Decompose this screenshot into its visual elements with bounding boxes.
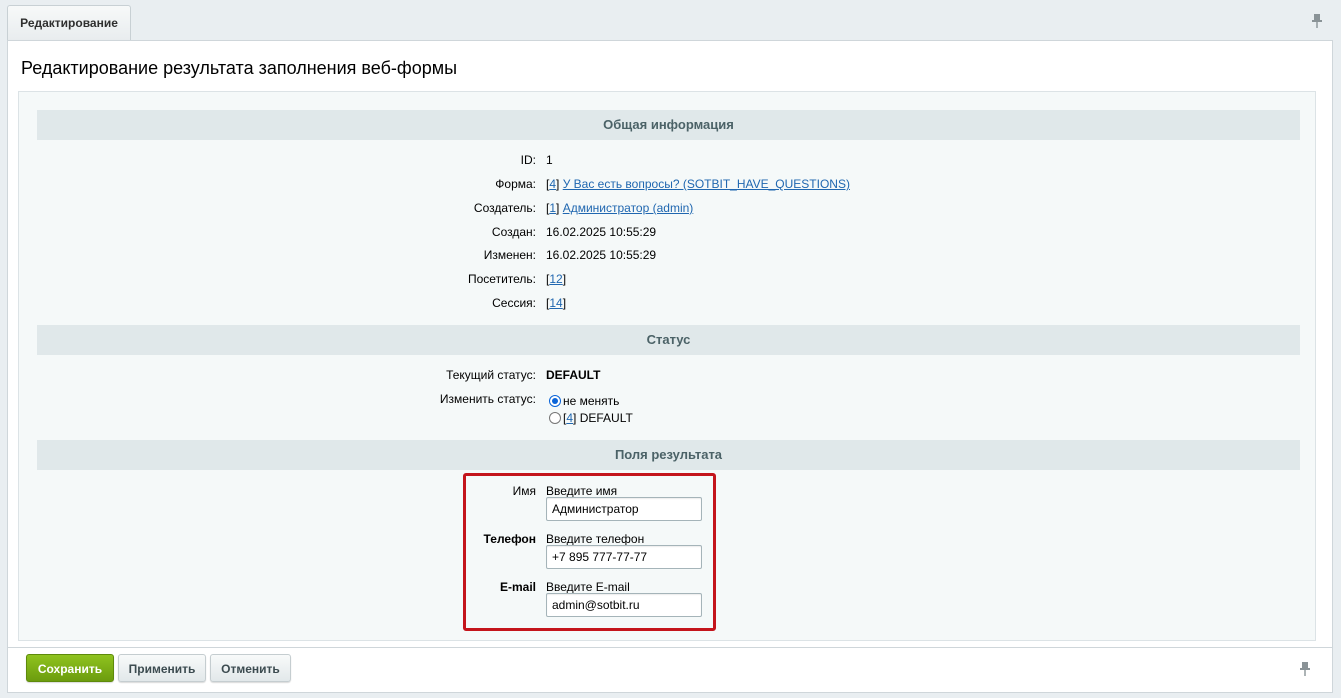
- status-option-keep[interactable]: не менять: [549, 394, 619, 408]
- creator-label: Создатель:: [473, 201, 536, 215]
- status-default-id-link[interactable]: 4: [566, 411, 573, 425]
- visitor-value: [12]: [546, 272, 567, 286]
- visitor-id-link[interactable]: 12: [549, 272, 562, 286]
- status-option-keep-label: не менять: [563, 394, 620, 408]
- main-panel: Редактирование результата заполнения веб…: [7, 40, 1333, 648]
- pin-icon[interactable]: [1298, 661, 1312, 677]
- id-label: ID:: [520, 153, 536, 167]
- radio-keep[interactable]: [549, 395, 561, 407]
- id-value: 1: [546, 153, 553, 167]
- change-status-label: Изменить статус:: [439, 392, 536, 406]
- modified-label: Изменен:: [483, 248, 536, 262]
- form-name-link[interactable]: У Вас есть вопросы? (SOTBIT_HAVE_QUESTIO…: [563, 177, 850, 191]
- created-value: 16.02.2025 10:55:29: [546, 225, 657, 239]
- session-id-link[interactable]: 14: [549, 296, 562, 310]
- radio-default[interactable]: [549, 412, 561, 424]
- current-status-value: DEFAULT: [546, 368, 601, 382]
- tab-bar: Редактирование: [0, 0, 1341, 41]
- creator-value: [1] Администратор (admin): [546, 201, 694, 215]
- form-label: Форма:: [495, 177, 536, 191]
- form-id-link[interactable]: 4: [549, 177, 556, 191]
- apply-button[interactable]: Применить: [118, 654, 206, 682]
- cancel-button[interactable]: Отменить: [210, 654, 291, 682]
- current-status-label: Текущий статус:: [446, 368, 536, 382]
- status-option-default[interactable]: [4] DEFAULT: [549, 411, 633, 425]
- section-fields-header: Поля результата: [37, 440, 1300, 470]
- section-general-header: Общая информация: [37, 110, 1300, 140]
- session-label: Сессия:: [492, 296, 536, 310]
- tab-edit[interactable]: Редактирование: [7, 5, 131, 41]
- modified-value: 16.02.2025 10:55:29: [546, 248, 657, 262]
- footer-bar: Сохранить Применить Отменить: [7, 648, 1333, 693]
- page-title: Редактирование результата заполнения веб…: [21, 58, 458, 78]
- form-value: [4] У Вас есть вопросы? (SOTBIT_HAVE_QUE…: [546, 177, 850, 191]
- status-option-default-label: DEFAULT: [579, 411, 633, 425]
- visitor-label: Посетитель:: [468, 272, 536, 286]
- session-value: [14]: [546, 296, 567, 310]
- save-button[interactable]: Сохранить: [26, 654, 114, 682]
- created-label: Создан:: [491, 225, 536, 239]
- creator-name-link[interactable]: Администратор (admin): [563, 201, 694, 215]
- form-content: Общая информация ID: 1 Форма: [4] У Вас …: [18, 91, 1316, 641]
- creator-id-link[interactable]: 1: [549, 201, 556, 215]
- pin-icon[interactable]: [1310, 13, 1324, 29]
- section-status-header: Статус: [37, 325, 1300, 355]
- highlight-box: [463, 473, 716, 631]
